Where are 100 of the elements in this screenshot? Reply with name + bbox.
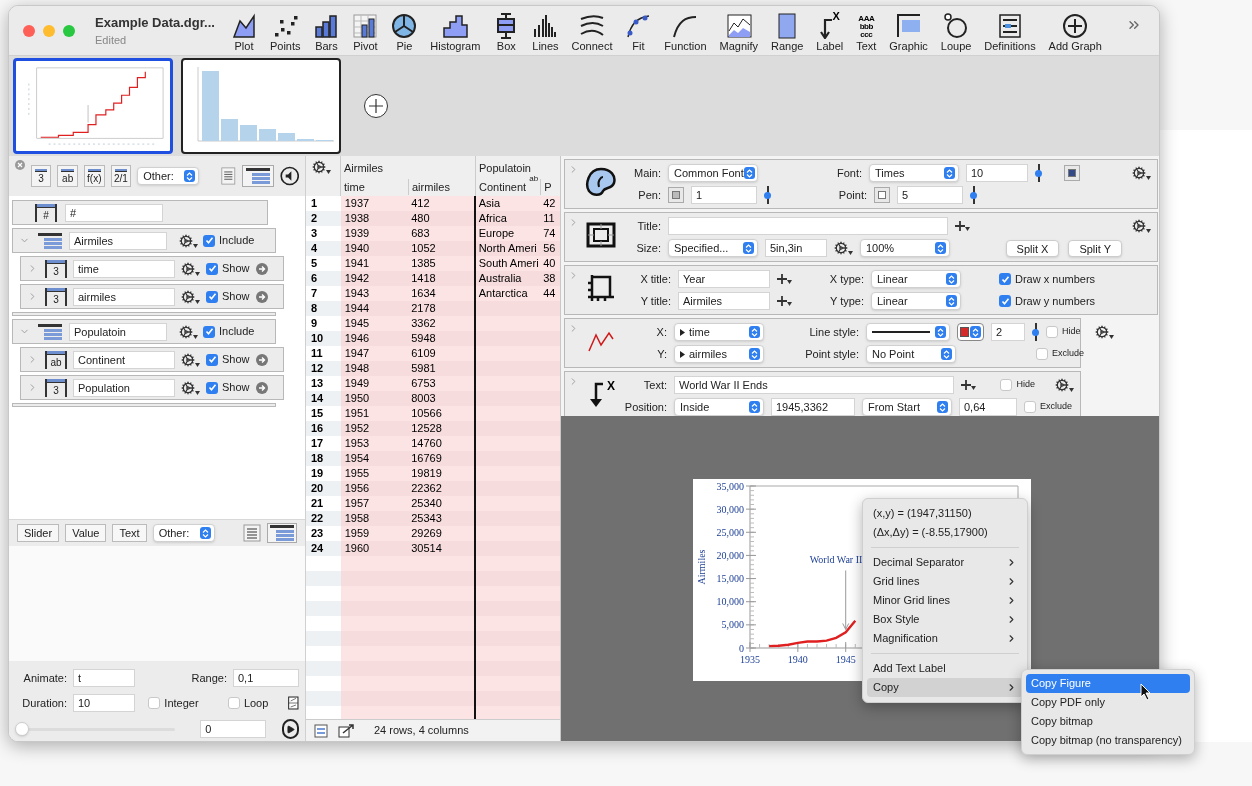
column-name-field[interactable]: Population <box>73 378 175 397</box>
arrow-right-icon[interactable] <box>255 290 268 303</box>
hide-checkbox[interactable]: Hide <box>1046 325 1081 339</box>
graph-thumbnail[interactable] <box>13 58 173 154</box>
draw-y-numbers-checkbox[interactable]: Draw y numbers <box>999 292 1096 310</box>
draw-x-numbers-checkbox[interactable]: Draw x numbers <box>999 270 1096 288</box>
table-view-button[interactable] <box>241 165 274 187</box>
color-well[interactable] <box>668 187 684 203</box>
variable-button[interactable]: Text <box>112 524 147 542</box>
range-field[interactable]: 0,1 <box>233 669 299 687</box>
toolbar-button[interactable]: Bars <box>311 10 342 53</box>
column-header[interactable]: airmiles <box>408 178 475 195</box>
toolbar-button[interactable]: Plot <box>229 10 259 53</box>
menu-item[interactable]: Decimal Separator <box>867 553 1023 572</box>
index-name-field[interactable]: # <box>65 203 163 222</box>
include-checkbox[interactable]: Include <box>203 323 255 340</box>
arrow-right-icon[interactable] <box>255 353 268 366</box>
integer-checkbox[interactable]: Integer <box>148 694 199 712</box>
value-field[interactable]: 0 <box>200 720 267 738</box>
hide-checkbox[interactable]: Hide <box>1000 378 1035 392</box>
color-well[interactable] <box>1064 165 1080 181</box>
close-window-button[interactable] <box>23 24 35 37</box>
plus-icon[interactable] <box>777 296 792 306</box>
toolbar-button[interactable]: Add Graph <box>1046 10 1104 53</box>
arrow-right-icon[interactable] <box>255 381 268 394</box>
toolbar-button[interactable]: Fit <box>623 10 654 53</box>
gear-icon[interactable] <box>312 160 331 174</box>
split-button[interactable]: Split Y <box>1068 239 1122 257</box>
animate-field[interactable]: t <box>73 669 135 687</box>
table-name-field[interactable]: Populatoin <box>69 322 167 341</box>
column-type-button[interactable]: 2/1 <box>110 165 132 187</box>
menu-item[interactable]: Box Style <box>867 610 1023 629</box>
gear-icon[interactable] <box>1132 219 1151 233</box>
list-icon[interactable] <box>243 524 261 542</box>
gear-icon[interactable] <box>179 233 198 248</box>
toolbar-button[interactable]: AAA bbb ccc Text <box>854 10 879 53</box>
toolbar-button[interactable]: Pie <box>389 10 420 53</box>
column-name-field[interactable]: Continent <box>73 350 175 369</box>
speaker-icon[interactable] <box>279 164 299 188</box>
main-font-dropdown[interactable]: Common Font <box>668 164 758 182</box>
point-style-dropdown[interactable]: No Point <box>866 345 956 363</box>
menu-item[interactable]: Magnification <box>867 629 1023 648</box>
anchor-dropdown[interactable]: From Start <box>862 398 952 416</box>
column-type-button[interactable]: 3 <box>30 165 52 187</box>
other-dropdown[interactable]: Other: <box>137 167 200 185</box>
toolbar-button[interactable]: Box <box>491 10 522 53</box>
gear-icon[interactable] <box>181 289 200 304</box>
column-name-field[interactable]: time <box>73 259 175 278</box>
zoom-dropdown[interactable]: 100% <box>860 239 950 257</box>
location-field[interactable]: 1945,3362 <box>771 398 855 416</box>
y-type-dropdown[interactable]: Linear <box>871 292 961 310</box>
color-well[interactable] <box>874 187 890 203</box>
font-dropdown[interactable]: Times <box>869 164 959 182</box>
plus-icon[interactable] <box>961 380 976 390</box>
table-name-field[interactable]: Airmiles <box>69 231 167 250</box>
gear-icon[interactable] <box>181 352 200 367</box>
column-header[interactable]: time <box>341 178 408 195</box>
variable-button[interactable]: Value <box>65 524 107 542</box>
column-name-field[interactable]: airmiles <box>73 287 175 306</box>
table-view-button[interactable] <box>267 523 297 543</box>
gear-icon[interactable] <box>179 324 198 339</box>
add-graph-icon[interactable] <box>363 93 389 119</box>
play-button[interactable] <box>281 719 299 739</box>
film-icon[interactable] <box>288 693 299 713</box>
exclude-checkbox[interactable]: Exclude <box>1024 400 1073 414</box>
gear-icon[interactable] <box>1132 166 1151 180</box>
menu-item[interactable]: Grid lines <box>867 572 1023 591</box>
split-button[interactable]: Split X <box>1005 239 1060 257</box>
column-header[interactable]: P <box>540 178 560 195</box>
show-checkbox[interactable]: Show <box>206 288 250 305</box>
show-checkbox[interactable]: Show <box>206 351 250 368</box>
column-type-button[interactable]: f(x) <box>83 165 105 187</box>
line-style-dropdown[interactable] <box>866 323 950 341</box>
gear-icon[interactable] <box>834 241 853 255</box>
line-width-field[interactable]: 2 <box>991 323 1025 341</box>
menu-item[interactable]: Copy <box>867 678 1023 697</box>
toolbar-button[interactable]: X Label <box>814 10 846 53</box>
font-size-field[interactable]: 10 <box>966 164 1028 182</box>
gear-icon[interactable] <box>181 261 200 276</box>
plus-icon[interactable] <box>777 274 792 284</box>
arrow-right-icon[interactable] <box>255 262 268 275</box>
menu-item[interactable]: Copy Figure <box>1026 674 1190 693</box>
insert-row-icon[interactable] <box>314 723 328 738</box>
position-dropdown[interactable]: Inside <box>674 398 764 416</box>
size-field[interactable]: 5in,3in <box>765 239 827 257</box>
x-type-dropdown[interactable]: Linear <box>871 270 961 288</box>
toolbar-button[interactable]: Connect <box>569 10 615 53</box>
x-title-field[interactable]: Year <box>678 270 770 288</box>
exclude-checkbox[interactable]: Exclude <box>1036 347 1085 361</box>
slider-thumb[interactable] <box>15 722 29 736</box>
toolbar-button[interactable]: Magnify <box>717 10 761 53</box>
other-dropdown[interactable]: Other: <box>152 524 215 542</box>
pen-width-field[interactable]: 1 <box>691 186 757 204</box>
toolbar-button[interactable]: Pivot <box>350 10 381 53</box>
close-icon[interactable] <box>15 160 25 170</box>
toolbar-button[interactable]: Graphic <box>887 10 930 53</box>
column-type-button[interactable]: ab <box>57 165 78 187</box>
size-mode-dropdown[interactable]: Specified... <box>668 239 758 257</box>
toolbar-button[interactable]: Points <box>267 10 303 53</box>
menu-item[interactable]: Copy bitmap <box>1026 712 1190 731</box>
